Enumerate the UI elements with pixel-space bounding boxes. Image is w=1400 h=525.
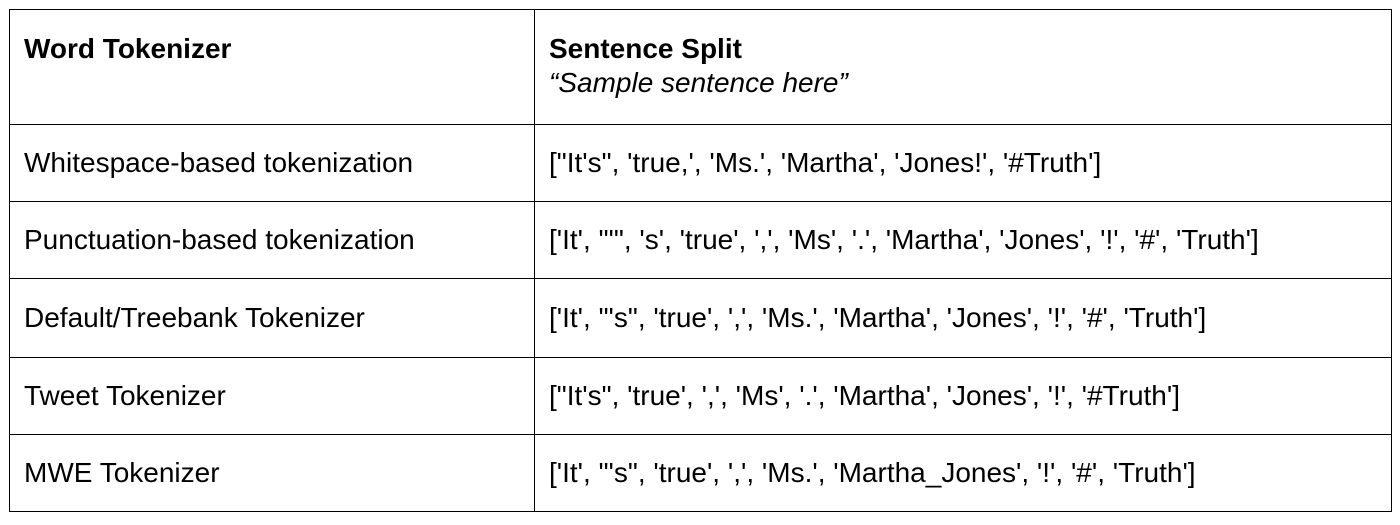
header-cell-sentence-split: Sentence Split “Sample sentence here” <box>534 9 1392 125</box>
tokenizer-name-cell: Whitespace-based tokenization <box>9 124 535 202</box>
column-subtitle-sample-sentence: “Sample sentence here” <box>549 67 848 98</box>
table-header-row: Word Tokenizer Sentence Split “Sample se… <box>9 9 1392 125</box>
table-row: Punctuation-based tokenization ['It', "'… <box>9 201 1392 279</box>
tokenizer-name-cell: Default/Treebank Tokenizer <box>9 278 535 358</box>
header-cell-word-tokenizer: Word Tokenizer <box>9 9 535 125</box>
tokenizer-name-cell: Punctuation-based tokenization <box>9 201 535 279</box>
column-title-sentence-split: Sentence Split <box>549 33 742 64</box>
sentence-split-cell: ['It', "'s", 'true', ',', 'Ms.', 'Martha… <box>534 278 1392 358</box>
table-row: Default/Treebank Tokenizer ['It', "'s", … <box>9 278 1392 358</box>
tokenizer-name-cell: Tweet Tokenizer <box>9 357 535 435</box>
sentence-split-cell: ['It', "'s", 'true', ',', 'Ms.', 'Martha… <box>534 434 1392 512</box>
table-row: Whitespace-based tokenization ["It's", '… <box>9 124 1392 202</box>
sentence-split-cell: ['It', "'", 's', 'true', ',', 'Ms', '.',… <box>534 201 1392 279</box>
sentence-split-cell: ["It's", 'true', ',', 'Ms', '.', 'Martha… <box>534 357 1392 435</box>
tokenizer-name-cell: MWE Tokenizer <box>9 434 535 512</box>
tokenizer-comparison-table: Word Tokenizer Sentence Split “Sample se… <box>9 9 1392 512</box>
sentence-split-cell: ["It's", 'true,', 'Ms.', 'Martha', 'Jone… <box>534 124 1392 202</box>
column-title-word-tokenizer: Word Tokenizer <box>24 33 232 64</box>
table-row: Tweet Tokenizer ["It's", 'true', ',', 'M… <box>9 357 1392 435</box>
table-row: MWE Tokenizer ['It', "'s", 'true', ',', … <box>9 434 1392 512</box>
